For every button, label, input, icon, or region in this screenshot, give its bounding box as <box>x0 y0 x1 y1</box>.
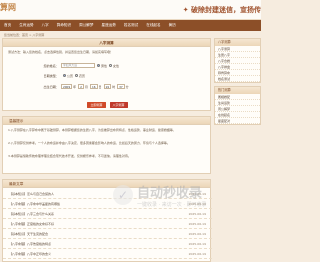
nav-item-naming[interactable]: 在线起名 <box>146 23 160 28</box>
year-select[interactable]: 2009 <box>61 84 73 89</box>
article-date: 2025-06-19 <box>188 242 206 246</box>
birth-row: 出生日期： 2009 年 2 月 16 日 19 时 37 分 <box>3 83 212 90</box>
article-link[interactable]: 【八字命理】正官格的女命好不好 <box>9 222 54 226</box>
main-nav: 首页 生肖运势 八字 算命知识 周公解梦 星座运势 姓名测试 在线起名 黄历 <box>0 20 261 31</box>
nav-item-almanac[interactable]: 黄历 <box>169 23 176 28</box>
article-date: 2025-06-19 <box>188 212 206 216</box>
tip-line: 2.八字测算仅供参考。一个人的命运并非由八字决定，很多因素都会影响人的命运，比如… <box>8 141 170 145</box>
solar-radio[interactable] <box>63 74 66 77</box>
day-select[interactable]: 16 <box>89 84 98 89</box>
date-type-row: 日期类型： 公历 农历 <box>3 72 212 79</box>
tip-line: 3.本测算是借助传统命理学理论结合现代技术开发，仅供娱乐参考，不可迷信，请理性对… <box>8 154 131 158</box>
calc-desc: 测试方法：输入您的姓名，点击选择性别，并设置您出生日期，请如实填写哦！ <box>8 50 114 54</box>
list-item[interactable]: 【八字命理】八字伤官格的特点 2025-06-19 <box>3 240 212 249</box>
year-unit: 年 <box>73 84 77 89</box>
nav-item-dreams[interactable]: 周公解梦 <box>79 23 93 28</box>
main-column: 八字测算 测试方法：输入您的姓名，点击选择性别，并设置您出生日期，请如实填写哦！… <box>2 38 212 262</box>
lunar-label: 农历 <box>79 73 86 78</box>
lunar-radio[interactable] <box>75 74 79 77</box>
nav-item-name-test[interactable]: 姓名测试 <box>124 23 138 28</box>
side-link[interactable]: 姓名测试 <box>215 76 260 82</box>
watermark-logo-icon: ✓ <box>113 185 133 205</box>
article-link[interactable]: 【八字命理】八字命中华盖星的有哪些 <box>9 202 60 206</box>
month-unit: 月 <box>84 84 88 89</box>
nav-item-knowledge[interactable]: 算命知识 <box>57 23 71 28</box>
date-type-label: 日期类型： <box>43 74 59 78</box>
submit-button[interactable]: 立即测算 <box>87 102 106 108</box>
article-link[interactable]: 【八字命理】八字中正印的含义 <box>9 252 51 256</box>
side-box-title: 热门测算 <box>215 87 260 94</box>
side-box-hot: 热门测算 属相婚配 生肖运势 周公解梦 在线起名 星座配对 <box>214 86 261 125</box>
bazi-button[interactable]: 八字测算 <box>109 102 128 108</box>
nav-item-zodiac[interactable]: 生肖运势 <box>19 23 33 28</box>
solar-label: 公历 <box>67 73 74 78</box>
article-link[interactable]: 【基本知识】怎么与自己合契的人 <box>9 192 54 196</box>
tips-panel: 温馨提示 1.八字测算在八字算命中属于基础测算，本测算根据您的生辰八字，为您推算… <box>2 116 211 174</box>
watermark: ✓ 自动秒收录 一键收录 · 来访一次 · 即可收录 <box>113 182 207 208</box>
tip-line: 1.八字测算在八字算命中属于基础测算，本测算根据您的生辰八字，为您推算出命局特点… <box>8 128 176 132</box>
side-box-title: 八字测算 <box>215 39 260 46</box>
watermark-sub: 一键收录 · 来访一次 · 即可收录 <box>137 202 207 208</box>
hour-unit: 时 <box>112 84 116 89</box>
list-item[interactable]: 【八字命理】八字中正印的含义 2025-06-19 <box>3 250 212 259</box>
article-link[interactable]: 【基本知识】八字三合与什么关系 <box>9 212 54 216</box>
watermark-text: 自动秒收录 一键收录 · 来访一次 · 即可收录 <box>137 182 207 208</box>
site-slogan: ✦ 破除封建迷信，宣扬传 <box>182 6 261 14</box>
side-box-bazi: 八字测算 八字测算 生辰八字 八字合婚 八字排盘 称骨算命 姓名测试 <box>214 38 261 83</box>
article-link[interactable]: 【基本知识】天干生克的配合 <box>9 232 48 236</box>
breadcrumb: 您当前位置：首页 > 八字测算 <box>4 33 45 37</box>
minute-unit: 分 <box>125 84 129 89</box>
male-radio[interactable] <box>97 64 100 67</box>
nav-item-bazi[interactable]: 八字 <box>42 23 49 28</box>
female-label: 女性 <box>113 63 120 68</box>
watermark-title: 自动秒收录 <box>137 186 203 201</box>
calc-title: 八字测算 <box>3 39 210 47</box>
article-date: 2025-06-19 <box>188 232 206 236</box>
top-bar: 算网 ✦ 破除封建迷信，宣扬传 <box>0 0 261 20</box>
sidebar: 八字测算 八字测算 生辰八字 八字合婚 八字排盘 称骨算命 姓名测试 热门测算 … <box>214 38 261 262</box>
article-date: 2025-06-19 <box>188 222 206 226</box>
month-select[interactable]: 2 <box>78 84 84 89</box>
calc-panel: 八字测算 测试方法：输入您的姓名，点击选择性别，并设置您出生日期，请如实填写哦！… <box>2 38 211 111</box>
female-radio[interactable] <box>109 64 113 67</box>
site-logo[interactable]: 算网 <box>0 2 16 13</box>
name-input[interactable]: 李如风大运 <box>61 63 95 68</box>
name-label: 您的姓名： <box>43 64 59 68</box>
male-label: 男性 <box>101 63 108 68</box>
nav-item-home[interactable]: 首页 <box>4 23 11 28</box>
side-link[interactable]: 星座配对 <box>215 118 260 124</box>
name-row: 您的姓名： 李如风大运 男性 女性 <box>3 62 212 69</box>
list-item[interactable]: 【基本知识】天干生克的配合 2025-06-19 <box>3 230 212 239</box>
article-date: 2025-06-19 <box>188 252 206 256</box>
list-item[interactable]: 【基本知识】八字三合与什么关系 2025-06-19 <box>3 210 212 219</box>
tips-title: 温馨提示 <box>3 117 210 125</box>
day-unit: 日 <box>98 84 102 89</box>
calc-buttons: 立即测算 八字测算 <box>3 102 212 108</box>
hour-select[interactable]: 19 <box>103 84 112 89</box>
minute-select[interactable]: 37 <box>117 84 125 89</box>
list-item[interactable]: 【八字命理】正官格的女命好不好 2025-06-19 <box>3 220 212 229</box>
nav-item-stars[interactable]: 星座运势 <box>102 23 116 28</box>
birth-label: 出生日期： <box>43 85 59 89</box>
article-link[interactable]: 【八字命理】八字伤官格的特点 <box>9 242 51 246</box>
